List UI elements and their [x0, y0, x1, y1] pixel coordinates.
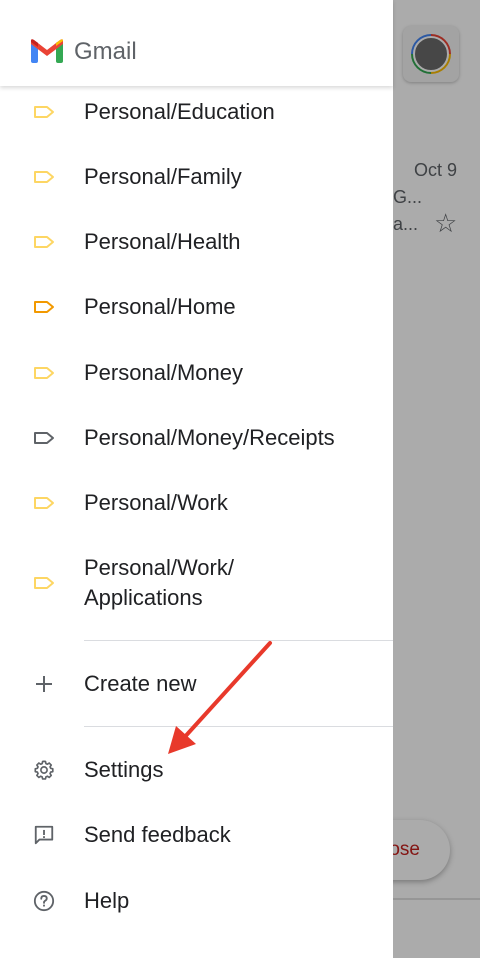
- divider: [84, 640, 393, 641]
- label-name: Personal/Family: [84, 164, 242, 189]
- label-item-personal-work[interactable]: Personal/Work: [0, 487, 393, 519]
- gmail-logo-icon: [31, 39, 63, 63]
- label-tag-icon: [32, 165, 56, 189]
- create-new-label-button[interactable]: Create new: [0, 668, 393, 700]
- label-item-personal-money[interactable]: Personal/Money: [0, 357, 393, 389]
- label-tag-icon: [32, 491, 56, 515]
- settings-button[interactable]: Settings: [0, 754, 393, 786]
- label-item-personal-work-applications[interactable]: Personal/Work/ Applications: [0, 552, 393, 614]
- label-name: Personal/Work: [84, 490, 228, 515]
- label-tag-icon: [32, 361, 56, 385]
- label-name: Personal/Money/Receipts: [84, 425, 335, 450]
- label-item-personal-money-receipts[interactable]: Personal/Money/Receipts: [0, 422, 393, 454]
- label-name: Personal/Home: [84, 294, 236, 319]
- feedback-icon: [32, 823, 56, 847]
- label-tag-icon: [32, 100, 56, 124]
- drawer-header: Gmail: [0, 0, 393, 86]
- gear-icon: [32, 758, 56, 782]
- label-name: Personal/Money: [84, 360, 243, 385]
- label-tag-icon: [32, 295, 56, 319]
- label-item-personal-education[interactable]: Personal/Education: [0, 96, 393, 128]
- send-feedback-button[interactable]: Send feedback: [0, 819, 393, 851]
- help-label: Help: [84, 888, 130, 913]
- navigation-drawer: Gmail Personal/Education Personal/Family…: [0, 0, 393, 958]
- settings-label: Settings: [84, 757, 164, 782]
- label-item-personal-health[interactable]: Personal/Health: [0, 226, 393, 258]
- label-name: Personal/Health: [84, 229, 241, 254]
- help-icon: [32, 889, 56, 913]
- label-tag-icon: [32, 426, 56, 450]
- label-name: Personal/Work/ Applications: [84, 555, 234, 610]
- label-tag-icon: [32, 230, 56, 254]
- app-title: Gmail: [74, 38, 137, 65]
- label-tag-icon: [32, 571, 56, 595]
- label-item-personal-family[interactable]: Personal/Family: [0, 161, 393, 193]
- divider: [84, 726, 393, 727]
- label-item-personal-home[interactable]: Personal/Home: [0, 291, 393, 323]
- help-button[interactable]: Help: [0, 885, 393, 917]
- create-new-label: Create new: [84, 671, 197, 696]
- drawer-scrim[interactable]: [393, 0, 480, 958]
- label-name: Personal/Education: [84, 99, 275, 124]
- plus-icon: [32, 672, 56, 696]
- send-feedback-label: Send feedback: [84, 822, 231, 847]
